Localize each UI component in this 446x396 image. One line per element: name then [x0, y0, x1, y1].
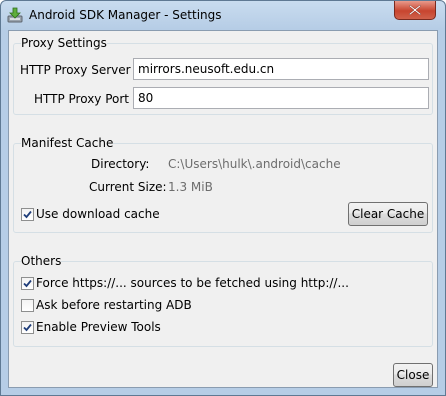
- enable-preview-tools-checkbox[interactable]: [21, 321, 34, 334]
- use-download-cache-checkbox[interactable]: [21, 208, 34, 221]
- proxy-port-label: HTTP Proxy Port: [34, 92, 129, 106]
- proxy-server-label: HTTP Proxy Server: [20, 63, 131, 77]
- force-http-label: Force https://... sources to be fetched …: [36, 276, 349, 290]
- enable-preview-tools-label: Enable Preview Tools: [36, 320, 161, 334]
- others-group-title: Others: [21, 254, 62, 268]
- close-button[interactable]: Close: [393, 363, 433, 387]
- title-bar[interactable]: Android SDK Manager - Settings: [1, 1, 445, 29]
- manifest-group-title: Manifest Cache: [21, 136, 114, 150]
- close-icon: [409, 5, 421, 15]
- directory-label: Directory:: [91, 157, 150, 171]
- current-size-value: 1.3 MiB: [168, 180, 213, 194]
- current-size-label: Current Size:: [89, 180, 167, 194]
- ask-restart-adb-label: Ask before restarting ADB: [36, 298, 192, 312]
- checkmark-icon: [23, 323, 32, 332]
- settings-window: Android SDK Manager - Settings Proxy Set…: [0, 0, 446, 396]
- proxy-server-input[interactable]: mirrors.neusoft.edu.cn: [133, 58, 429, 80]
- force-http-checkbox[interactable]: [21, 277, 34, 290]
- checkmark-icon: [23, 210, 32, 219]
- download-arrow-icon: [7, 7, 23, 23]
- directory-value: C:\Users\hulk\.android\cache: [168, 157, 341, 171]
- window-close-button[interactable]: [394, 1, 436, 20]
- window-title: Android SDK Manager - Settings: [29, 8, 222, 22]
- dialog-body: Proxy Settings HTTP Proxy Server mirrors…: [8, 30, 438, 388]
- proxy-group-title: Proxy Settings: [21, 36, 107, 50]
- proxy-port-input[interactable]: 80: [133, 87, 429, 109]
- ask-restart-adb-checkbox[interactable]: [21, 299, 34, 312]
- clear-cache-button[interactable]: Clear Cache: [348, 202, 428, 226]
- checkmark-icon: [23, 279, 32, 288]
- use-download-cache-label: Use download cache: [36, 207, 160, 221]
